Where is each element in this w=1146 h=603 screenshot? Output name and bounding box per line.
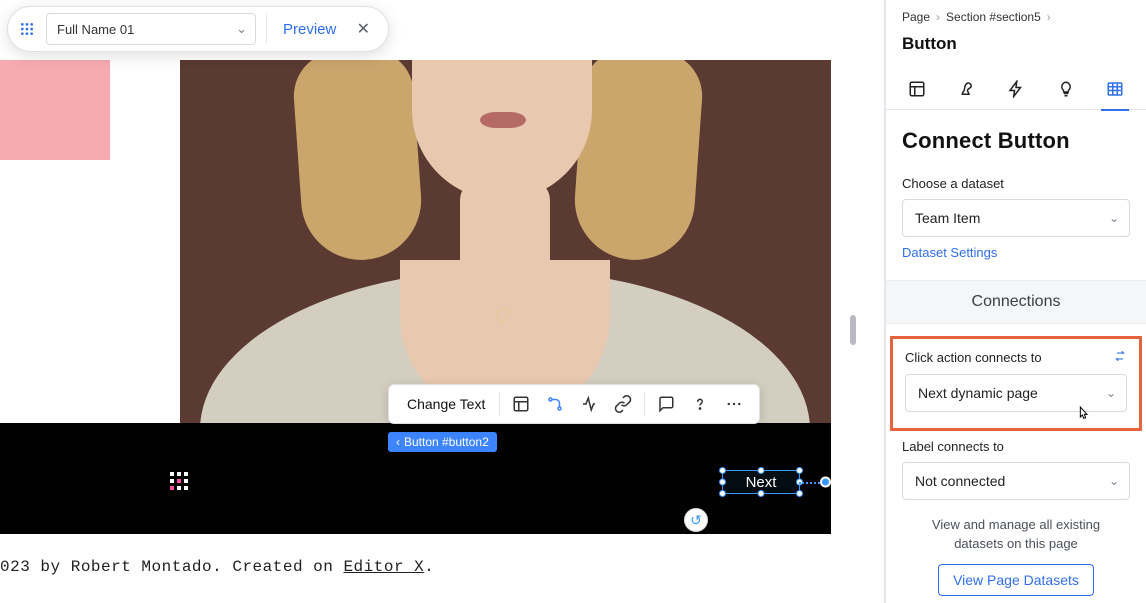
resize-handle[interactable]: [719, 490, 726, 497]
footer-text: 023 by Robert Montado. Created on Editor…: [0, 558, 434, 576]
dataset-label: Choose a dataset: [902, 176, 1130, 191]
chevron-right-icon: ›: [1047, 10, 1051, 24]
pink-rectangle-element[interactable]: [0, 60, 110, 160]
more-icon[interactable]: [719, 389, 749, 419]
inspector-panel: Page › Section #section5 › Button Connec…: [885, 0, 1146, 603]
tab-interactions[interactable]: [996, 68, 1036, 110]
click-action-value: Next dynamic page: [918, 385, 1038, 401]
resize-handle[interactable]: [758, 467, 765, 474]
comment-icon[interactable]: [651, 389, 681, 419]
click-action-select[interactable]: Next dynamic page ⌄: [905, 374, 1127, 412]
connection-handle[interactable]: [820, 477, 831, 488]
chevron-down-icon: ⌄: [236, 21, 247, 37]
connections-heading: Connections: [886, 280, 1146, 324]
tab-layout[interactable]: [897, 68, 937, 110]
link-icon[interactable]: [608, 389, 638, 419]
dataset-select[interactable]: Team Item ⌄: [902, 199, 1130, 237]
reset-rotation-button[interactable]: ↺: [684, 508, 708, 532]
separator: [499, 392, 500, 416]
footer-text-suffix: .: [424, 558, 434, 576]
chevron-down-icon: ⌄: [1106, 386, 1116, 400]
animation-icon[interactable]: [574, 389, 604, 419]
hero-section: [0, 60, 831, 423]
dataset-settings-link[interactable]: Dataset Settings: [902, 245, 997, 260]
dataset-item-select[interactable]: Full Name 01 ⌄: [46, 13, 256, 45]
breadcrumb-section[interactable]: Section #section5: [946, 10, 1041, 24]
label-connects-value: Not connected: [915, 473, 1005, 489]
hero-image[interactable]: [180, 60, 831, 423]
tab-inspiration[interactable]: [1046, 68, 1086, 110]
resize-handle[interactable]: [719, 479, 726, 486]
preview-toolbar: Full Name 01 ⌄ Preview ✕: [7, 6, 389, 52]
connect-heading: Connect Button: [902, 128, 1130, 154]
layout-icon[interactable]: [506, 389, 536, 419]
selection-tag-label: Button #button2: [404, 435, 489, 449]
canvas-viewport: ‹ Button #button2 Next ↺ Change Text: [0, 0, 884, 603]
selection-breadcrumb-tag[interactable]: ‹ Button #button2: [388, 432, 497, 452]
swap-icon[interactable]: [1113, 349, 1127, 366]
click-action-label: Click action connects to: [905, 350, 1042, 365]
separator: [266, 14, 267, 44]
undo-icon: ↺: [690, 512, 702, 529]
app-grid-icon[interactable]: [18, 20, 36, 38]
help-icon[interactable]: [685, 389, 715, 419]
view-page-datasets-button[interactable]: View Page Datasets: [938, 564, 1094, 596]
chevron-down-icon: ⌄: [1109, 474, 1119, 488]
vertical-scrollbar[interactable]: [850, 315, 856, 345]
canvas[interactable]: ‹ Button #button2 Next ↺ Change Text: [0, 0, 831, 603]
preview-button[interactable]: Preview: [277, 21, 342, 38]
label-connects-select[interactable]: Not connected ⌄: [902, 462, 1130, 500]
inspector-tabs: [886, 68, 1146, 110]
chevron-left-icon: ‹: [396, 435, 400, 449]
click-action-highlight: Click action connects to Next dynamic pa…: [890, 336, 1142, 431]
tab-data[interactable]: [1095, 68, 1135, 110]
change-text-button[interactable]: Change Text: [399, 396, 493, 412]
footer-text-prefix: 023 by Robert Montado. Created on: [0, 558, 343, 576]
datasets-note: View and manage all existing datasets on…: [908, 516, 1124, 554]
resize-handle[interactable]: [796, 490, 803, 497]
resize-handle[interactable]: [796, 467, 803, 474]
breadcrumb-page[interactable]: Page: [902, 10, 930, 24]
context-toolbar: Change Text: [388, 384, 760, 424]
close-icon: ✕: [357, 19, 370, 39]
tab-design[interactable]: [946, 68, 986, 110]
logo-dots-icon: [170, 472, 188, 490]
close-button[interactable]: ✕: [352, 18, 374, 40]
panel-title: Button: [886, 28, 1146, 68]
separator: [644, 392, 645, 416]
resize-handle[interactable]: [719, 467, 726, 474]
resize-handle[interactable]: [758, 490, 765, 497]
dataset-select-value: Team Item: [915, 210, 980, 226]
footer-link[interactable]: Editor X: [343, 558, 424, 576]
breadcrumb: Page › Section #section5 ›: [886, 0, 1146, 28]
dataset-item-select-value: Full Name 01: [57, 22, 134, 37]
chevron-right-icon: ›: [936, 10, 940, 24]
selected-next-button[interactable]: Next: [722, 470, 800, 494]
chevron-down-icon: ⌄: [1109, 211, 1119, 225]
next-button-text: Next: [746, 474, 777, 491]
design-icon[interactable]: [540, 389, 570, 419]
label-connects-label: Label connects to: [902, 439, 1130, 454]
